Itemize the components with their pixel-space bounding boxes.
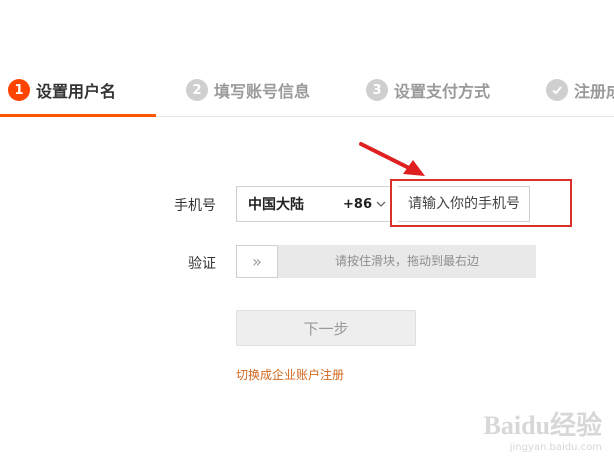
step-1: 1 设置用户名 xyxy=(8,78,116,102)
watermark-site: jingyan.baidu.com xyxy=(509,442,602,453)
country-code: +86 xyxy=(343,196,372,212)
slider-captcha: » 请按住滑块，拖动到最右边 xyxy=(236,245,536,278)
slider-handle[interactable]: » xyxy=(236,245,278,278)
annotation-arrow-icon xyxy=(359,142,425,176)
step-number: 3 xyxy=(366,79,388,101)
step-label: 设置用户名 xyxy=(36,82,117,101)
baidu-watermark: Baidu经验 jingyan.baidu.com xyxy=(484,405,603,453)
verify-label: 验证 xyxy=(188,256,216,272)
chevron-down-icon xyxy=(376,200,386,208)
phone-label: 手机号 xyxy=(174,198,216,214)
switch-enterprise-link[interactable]: 切换成企业账户注册 xyxy=(236,366,344,383)
next-step-button[interactable]: 下一步 xyxy=(236,310,416,346)
active-step-indicator xyxy=(0,114,156,117)
step-label: 设置支付方式 xyxy=(394,82,491,101)
registration-steps: 1 设置用户名 2 填写账号信息 3 设置支付方式 注册成 xyxy=(0,60,614,117)
step-2: 2 填写账号信息 xyxy=(186,78,310,102)
watermark-brand: Baidu经验 xyxy=(483,411,603,440)
step-label: 注册成 xyxy=(574,82,614,101)
phone-input[interactable] xyxy=(398,186,530,222)
step-4: 注册成 xyxy=(546,78,614,102)
slider-hint: 请按住滑块，拖动到最右边 xyxy=(334,254,479,268)
step-3: 3 设置支付方式 xyxy=(366,78,490,102)
check-icon xyxy=(546,79,568,101)
step-number: 2 xyxy=(186,79,208,101)
double-chevron-right-icon: » xyxy=(252,252,262,271)
step-label: 填写账号信息 xyxy=(214,82,311,101)
region-select[interactable]: 中国大陆 +86 xyxy=(236,186,391,222)
region-value: 中国大陆 xyxy=(248,197,304,213)
step-number: 1 xyxy=(8,79,30,101)
